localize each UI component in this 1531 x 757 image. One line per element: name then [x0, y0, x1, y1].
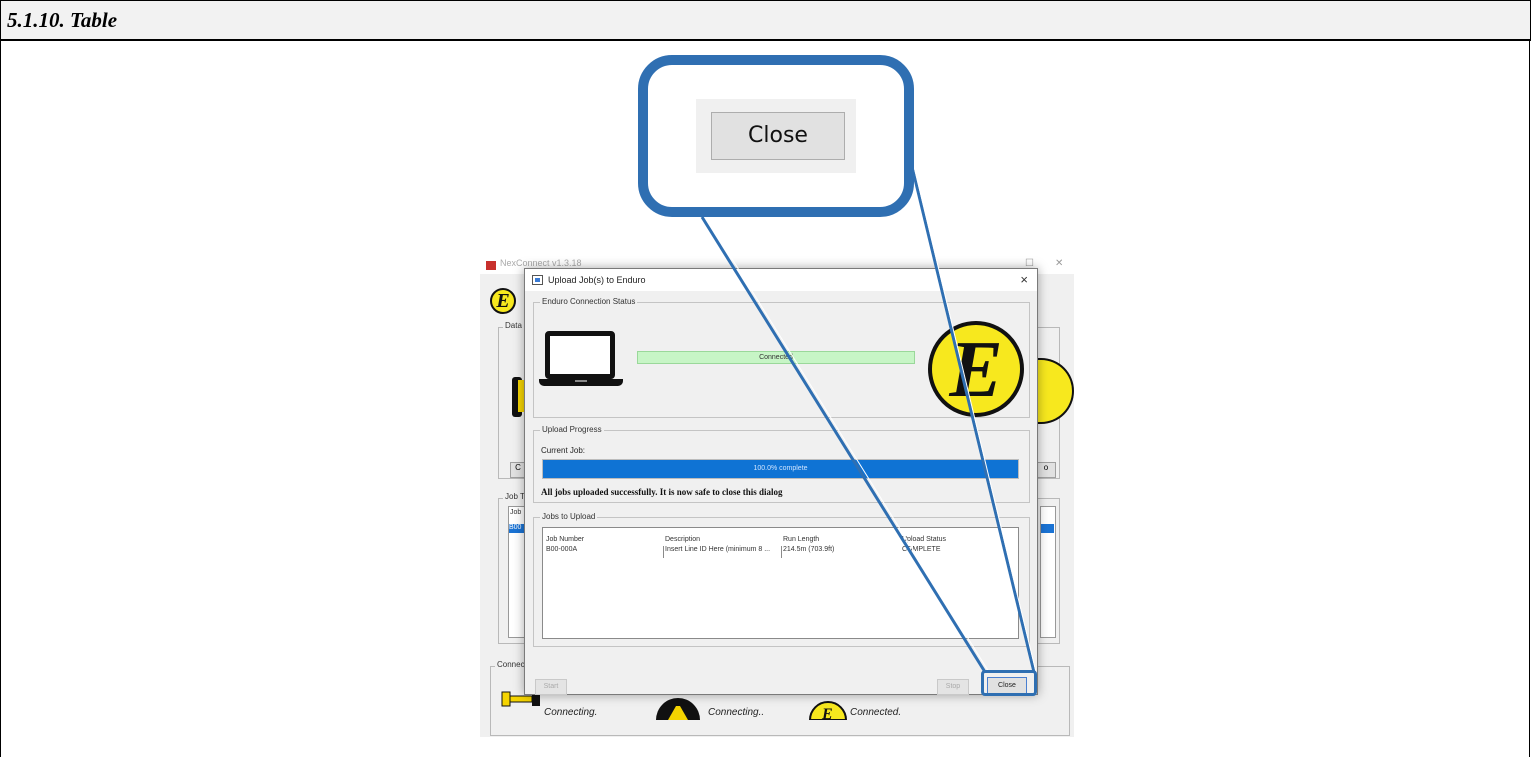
- column-header-job-number[interactable]: Job Number: [546, 536, 584, 543]
- enduro-badge-icon: [1034, 358, 1074, 424]
- svg-text:E: E: [821, 706, 833, 720]
- background-column-header: Job: [510, 509, 522, 516]
- upload-dialog: Upload Job(s) to Enduro × Enduro Connect…: [524, 268, 1038, 695]
- laptop-icon: [545, 331, 615, 379]
- cell-job-number: B00-000A: [546, 546, 578, 553]
- background-selected-row-right[interactable]: [1041, 524, 1054, 533]
- dialog-title: Upload Job(s) to Enduro: [548, 275, 646, 285]
- column-header-description[interactable]: Description: [665, 536, 700, 543]
- jobs-table: Job Number Description Run Length Upload…: [542, 527, 1019, 639]
- enduro-logo-icon: E: [490, 288, 516, 314]
- background-app-title: NexConnect v1.3.18: [500, 258, 582, 268]
- close-button-highlight: [981, 670, 1037, 696]
- enduro-status-text: Connected.: [850, 707, 902, 718]
- cell-upload-status: COMPLETE: [902, 546, 941, 553]
- section-heading: 5.1.10. Table: [7, 8, 118, 32]
- tractor-status-text: Connecting..: [708, 707, 765, 718]
- column-header-upload-status[interactable]: Upload Status: [902, 536, 946, 543]
- dialog-close-icon[interactable]: ×: [1020, 272, 1028, 287]
- column-divider: [663, 546, 664, 558]
- app-icon: [486, 261, 496, 270]
- laptop-notch: [575, 380, 587, 382]
- heading-row: 5.1.10. Table: [0, 0, 1531, 41]
- logo-letter: E: [949, 326, 1003, 414]
- upload-progress-bar: 100.0% complete: [542, 459, 1019, 479]
- zoomed-close-button[interactable]: Close: [711, 112, 845, 160]
- progress-text: 100.0% complete: [753, 465, 808, 472]
- upload-icon: [532, 275, 543, 285]
- enduro-e-icon: E: [808, 701, 848, 720]
- cell-description: Insert Line ID Here (minimum 8 ...: [665, 546, 771, 553]
- pump-status-text: Connecting.: [544, 707, 598, 718]
- cell-run-length: 214.5m (703.9ft): [783, 546, 835, 553]
- tractor-device-icon: [656, 698, 700, 720]
- column-divider: [781, 546, 782, 558]
- current-job-label: Current Job:: [541, 446, 586, 455]
- stop-button[interactable]: Stop: [937, 679, 969, 695]
- background-button-right[interactable]: o: [1036, 462, 1056, 478]
- column-header-run-length[interactable]: Run Length: [783, 536, 819, 543]
- start-button[interactable]: Start: [535, 679, 567, 695]
- connection-status-bar: Connected: [637, 351, 915, 364]
- dialog-titlebar: Upload Job(s) to Enduro ×: [525, 269, 1037, 291]
- enduro-logo-icon: E: [928, 321, 1024, 417]
- success-message: All jobs uploaded successfully. It is no…: [541, 487, 783, 497]
- window-close-icon[interactable]: ✕: [1055, 258, 1063, 269]
